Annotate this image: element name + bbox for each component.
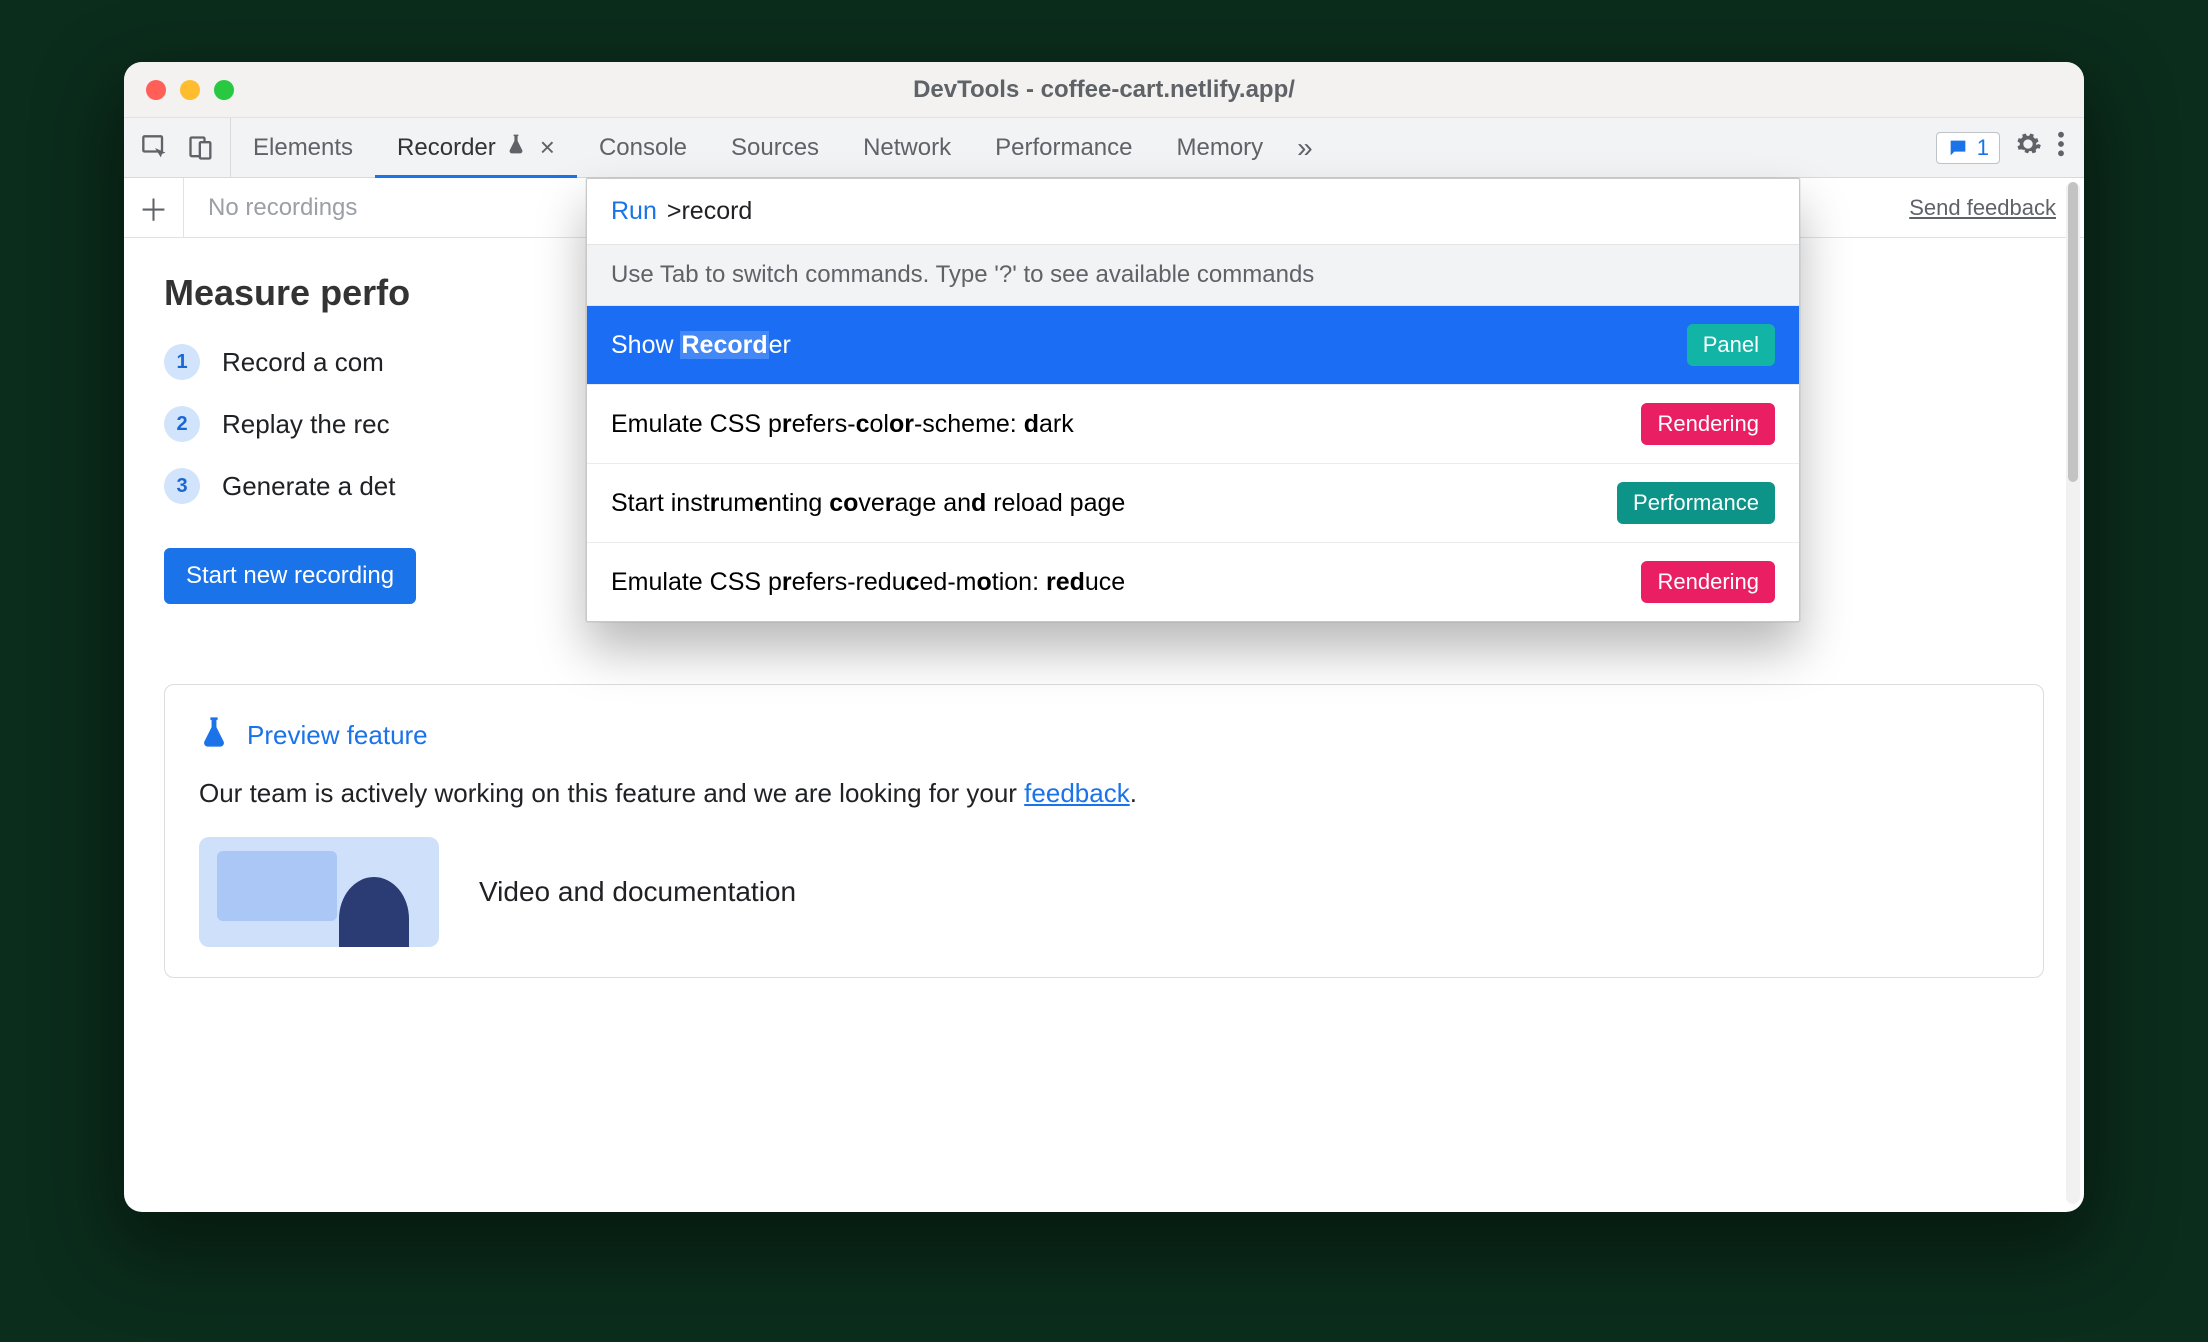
new-recording-plus-button[interactable]: ＋ xyxy=(124,178,184,237)
tab-label: Console xyxy=(599,134,687,162)
titlebar: DevTools - coffee-cart.netlify.app/ xyxy=(124,62,2084,118)
command-menu-hint: Use Tab to switch commands. Type '?' to … xyxy=(587,244,1799,306)
step-text: Generate a det xyxy=(222,471,395,502)
zoom-window-button[interactable] xyxy=(214,80,234,100)
step-text: Replay the rec xyxy=(222,409,390,440)
command-item-tag: Rendering xyxy=(1641,561,1775,603)
tab-memory[interactable]: Memory xyxy=(1154,118,1285,177)
command-menu-item[interactable]: Start instrumenting coverage and reload … xyxy=(587,464,1799,543)
settings-gear-icon[interactable] xyxy=(2014,130,2042,165)
step-number-badge: 3 xyxy=(164,468,200,504)
devtools-toolbar: Elements Recorder × Console Sources Network Pe… xyxy=(124,118,2084,178)
scrollbar-track[interactable] xyxy=(2066,182,2080,1204)
command-run-prefix: Run xyxy=(611,197,657,226)
no-recordings-label: No recordings xyxy=(184,194,357,222)
window-title: DevTools - coffee-cart.netlify.app/ xyxy=(124,76,2084,104)
panel-tabs: Elements Recorder × Console Sources Network Pe… xyxy=(231,118,1285,177)
video-thumbnail[interactable] xyxy=(199,837,439,947)
issues-chip[interactable]: 1 xyxy=(1936,132,2000,164)
tab-label: Performance xyxy=(995,134,1132,162)
command-menu-item[interactable]: Emulate CSS prefers-reduced-motion: redu… xyxy=(587,543,1799,621)
kebab-menu-icon[interactable] xyxy=(2056,130,2066,165)
step-number-badge: 1 xyxy=(164,344,200,380)
start-new-recording-button[interactable]: Start new recording xyxy=(164,548,416,604)
minimize-window-button[interactable] xyxy=(180,80,200,100)
command-item-label: Start instrumenting coverage and reload … xyxy=(611,489,1125,518)
preview-feature-title: Preview feature xyxy=(247,720,428,751)
window-traffic-lights xyxy=(146,80,234,100)
tab-label: Network xyxy=(863,134,951,162)
tab-console[interactable]: Console xyxy=(577,118,709,177)
step-number-badge: 2 xyxy=(164,406,200,442)
command-item-label: Emulate CSS prefers-reduced-motion: redu… xyxy=(611,568,1125,597)
send-feedback-link[interactable]: Send feedback xyxy=(1909,195,2084,221)
close-tab-icon[interactable]: × xyxy=(540,132,555,163)
more-tabs-button[interactable]: » xyxy=(1285,118,1325,177)
tab-label: Memory xyxy=(1176,134,1263,162)
tab-network[interactable]: Network xyxy=(841,118,973,177)
command-item-label: Show Recorder xyxy=(611,331,791,360)
command-menu-item[interactable]: Emulate CSS prefers-color-scheme: dark Re… xyxy=(587,385,1799,464)
tab-elements[interactable]: Elements xyxy=(231,118,375,177)
command-item-label: Emulate CSS prefers-color-scheme: dark xyxy=(611,410,1074,439)
tab-sources[interactable]: Sources xyxy=(709,118,841,177)
devtools-window: DevTools - coffee-cart.netlify.app/ Elem… xyxy=(124,62,2084,1212)
command-menu: Run >record Use Tab to switch commands. … xyxy=(586,178,1800,622)
flask-icon xyxy=(199,715,229,756)
command-menu-input-row[interactable]: Run >record xyxy=(587,179,1799,244)
tab-recorder[interactable]: Recorder × xyxy=(375,118,577,177)
preview-feedback-link[interactable]: feedback xyxy=(1024,778,1130,808)
close-window-button[interactable] xyxy=(146,80,166,100)
command-menu-item[interactable]: Show Recorder Panel xyxy=(587,306,1799,385)
scrollbar-thumb[interactable] xyxy=(2068,182,2078,482)
command-query-text: >record xyxy=(667,197,752,226)
step-text: Record a com xyxy=(222,347,384,378)
issues-count: 1 xyxy=(1977,135,1989,161)
command-item-tag: Rendering xyxy=(1641,403,1775,445)
flask-icon xyxy=(506,133,526,162)
tab-label: Recorder xyxy=(397,134,496,162)
media-title: Video and documentation xyxy=(479,876,796,908)
command-item-tag: Performance xyxy=(1617,482,1775,524)
device-toolbar-icon[interactable] xyxy=(184,131,218,165)
preview-feature-body: Our team is actively working on this fea… xyxy=(199,778,2009,809)
command-item-tag: Panel xyxy=(1687,324,1775,366)
tab-label: Sources xyxy=(731,134,819,162)
tab-performance[interactable]: Performance xyxy=(973,118,1154,177)
inspect-element-icon[interactable] xyxy=(138,131,172,165)
preview-feature-card: Preview feature Our team is actively wor… xyxy=(164,684,2044,978)
tab-label: Elements xyxy=(253,134,353,162)
